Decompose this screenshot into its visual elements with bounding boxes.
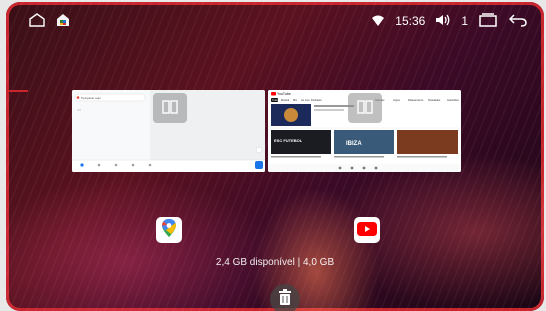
youtube-app-icon[interactable] xyxy=(354,217,380,243)
google-maps-icon xyxy=(160,218,178,242)
chip-4: Podcasts xyxy=(311,98,322,102)
clear-all-button[interactable] xyxy=(270,284,300,311)
split-screen-icon xyxy=(357,99,373,118)
chip-1: Música xyxy=(281,98,290,102)
chip-0: Tudo xyxy=(272,98,278,102)
thumb-title-1: IBIZA xyxy=(346,141,362,147)
wifi-icon xyxy=(371,12,385,31)
recent-app-card-youtube[interactable]: YouTube Tudo Música Mix Ao vivo Podcasts… xyxy=(268,90,461,172)
app-store-icon[interactable] xyxy=(56,12,70,31)
youtube-logo-text: YouTube xyxy=(277,92,291,96)
recent-app-card-maps[interactable]: Pesquisar aqui xyxy=(72,90,265,172)
maps-search-placeholder: Pesquisar aqui xyxy=(81,96,101,100)
clock: 15:36 xyxy=(395,14,426,28)
home-icon[interactable] xyxy=(28,12,46,31)
split-screen-button[interactable] xyxy=(153,93,187,123)
chip-7: Relaxamento xyxy=(408,98,424,102)
youtube-icon xyxy=(357,221,377,240)
wallpaper: 15:36 1 Pesquisar aqui YouTube Tudo Músi… xyxy=(6,2,544,311)
chip-3: Ao vivo xyxy=(301,98,310,102)
accent-line xyxy=(6,90,28,92)
chip-9: Assistidos xyxy=(447,98,459,102)
split-screen-button[interactable] xyxy=(348,93,382,123)
back-icon[interactable] xyxy=(508,12,528,31)
android-recents-screen: 15:36 1 Pesquisar aqui YouTube Tudo Músi… xyxy=(0,0,546,311)
memory-usage-text: 2,4 GB disponível | 4,0 GB xyxy=(215,257,335,268)
status-bar-right: 15:36 1 xyxy=(371,12,528,30)
recent-apps-icon[interactable] xyxy=(478,12,498,31)
status-bar-left xyxy=(28,12,70,30)
speaker-icon[interactable] xyxy=(435,12,451,31)
chip-2: Mix xyxy=(293,98,298,102)
chip-8: Novidades xyxy=(428,98,441,102)
thumb-title-0: ESC FUTEBOL xyxy=(274,138,303,143)
chip-6: Jogos xyxy=(393,98,401,102)
trash-icon xyxy=(278,289,292,309)
volume-level: 1 xyxy=(461,14,468,28)
google-maps-app-icon[interactable] xyxy=(156,217,182,243)
split-screen-icon xyxy=(162,99,178,118)
